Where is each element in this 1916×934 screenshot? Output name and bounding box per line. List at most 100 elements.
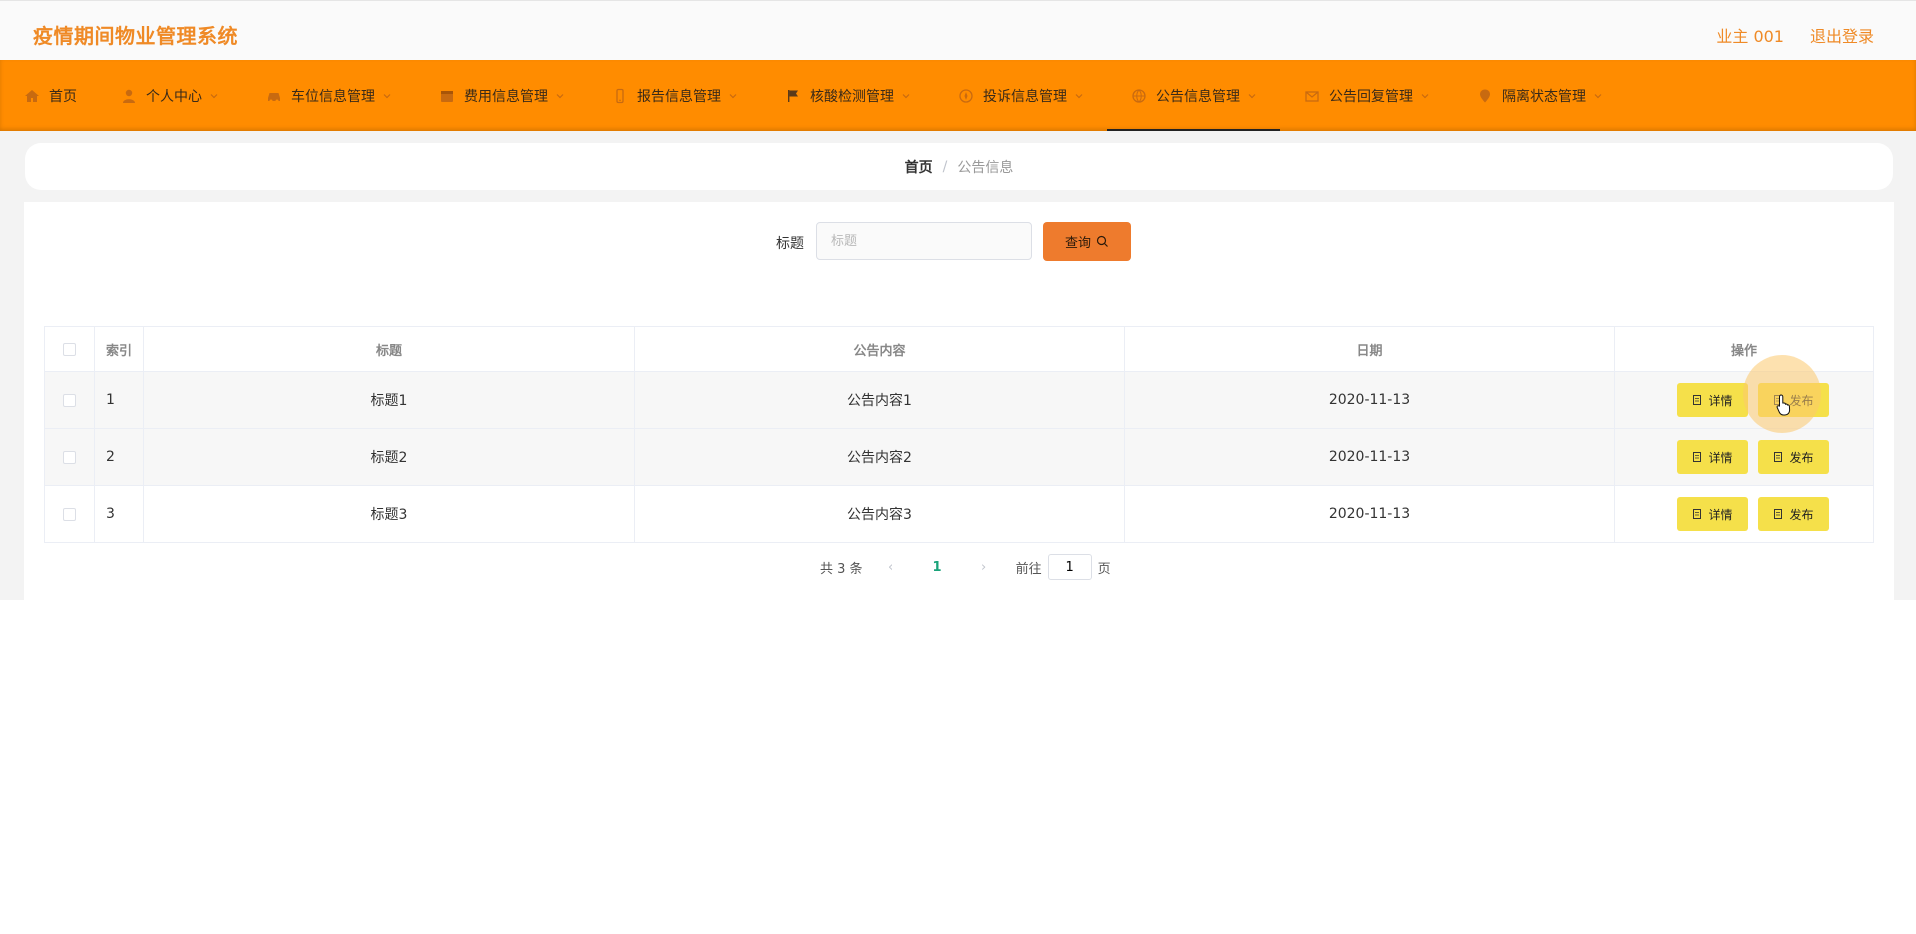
publish-button[interactable]: 发布 [1758, 383, 1829, 417]
row-check-cell [45, 429, 95, 485]
nav-label: 隔离状态管理 [1502, 88, 1586, 105]
row-index: 3 [95, 486, 144, 542]
pagination-total: 共 3 条 [820, 561, 863, 577]
chevron-down-icon [902, 92, 910, 100]
search-input[interactable] [816, 222, 1032, 260]
nav-label: 投诉信息管理 [983, 88, 1067, 105]
detail-button[interactable]: 详情 [1677, 497, 1748, 531]
flag-icon [785, 88, 801, 104]
nav-item-announcements[interactable]: 公告信息管理 [1107, 60, 1280, 131]
row-checkbox[interactable] [63, 450, 76, 464]
calendar-icon [439, 88, 455, 104]
nav-item-announcement-replies[interactable]: 公告回复管理 [1304, 60, 1429, 131]
row-checkbox[interactable] [63, 507, 76, 521]
detail-button[interactable]: 详情 [1677, 383, 1748, 417]
main-nav: 首页 个人中心 车位信息管理 费用信息管理 报告信息管理 核酸检测管理 投诉信息… [0, 60, 1916, 131]
breadcrumb-home[interactable]: 首页 [905, 157, 933, 177]
chevron-down-icon [383, 92, 391, 100]
publish-button-label: 发布 [1789, 450, 1814, 465]
top-header: 疫情期间物业管理系统 业主 001 退出登录 [0, 0, 1916, 60]
logout-link[interactable]: 退出登录 [1810, 23, 1874, 47]
row-title: 标题3 [144, 486, 635, 542]
publish-button[interactable]: 发布 [1758, 440, 1829, 474]
car-icon [266, 88, 282, 104]
user-name[interactable]: 业主 001 [1716, 23, 1784, 47]
nav-label: 公告回复管理 [1329, 88, 1413, 105]
nav-item-parking[interactable]: 车位信息管理 [266, 60, 391, 131]
document-icon [1692, 395, 1702, 405]
nav-item-complaints[interactable]: 投诉信息管理 [958, 60, 1083, 131]
column-header-content: 公告内容 [635, 327, 1125, 371]
phone-icon [612, 88, 628, 104]
search-label: 标题 [776, 236, 804, 252]
publish-button-label: 发布 [1789, 393, 1814, 408]
table-header: 索引 标题 公告内容 日期 操作 [45, 327, 1873, 372]
pagination-page-suffix: 页 [1097, 561, 1111, 577]
header-check-cell [45, 327, 95, 371]
detail-button[interactable]: 详情 [1677, 440, 1748, 474]
row-index: 1 [95, 372, 144, 428]
chevron-left-icon[interactable]: ‹ [881, 560, 901, 575]
nav-label: 报告信息管理 [637, 88, 721, 105]
nav-label: 公告信息管理 [1156, 88, 1240, 105]
document-icon [1773, 509, 1783, 519]
document-icon [1773, 395, 1783, 405]
row-content: 公告内容3 [635, 486, 1125, 542]
table-row: 2 标题2 公告内容2 2020-11-13 详情 发布 [45, 429, 1873, 486]
search-button[interactable]: 查询 [1043, 222, 1131, 261]
nav-label: 核酸检测管理 [810, 88, 894, 105]
column-header-index: 索引 [95, 327, 144, 371]
document-icon [1692, 452, 1702, 462]
home-icon [24, 88, 40, 104]
publish-button-label: 发布 [1789, 507, 1814, 522]
mail-icon [1304, 88, 1320, 104]
app-title: 疫情期间物业管理系统 [33, 24, 238, 48]
nav-item-nucleic-test[interactable]: 核酸检测管理 [785, 60, 910, 131]
chevron-down-icon [1421, 92, 1429, 100]
page-number[interactable]: 1 [933, 560, 942, 575]
page-jump-input[interactable] [1047, 554, 1092, 580]
breadcrumb-separator: / [942, 158, 948, 175]
row-actions-inner: 详情 发布 [1659, 440, 1829, 474]
chevron-down-icon [729, 92, 737, 100]
nav-item-fees[interactable]: 费用信息管理 [439, 60, 564, 131]
row-title: 标题1 [144, 372, 635, 428]
announcement-table: 索引 标题 公告内容 日期 操作 1 标题1 公告内容1 2020-11-13 … [44, 326, 1874, 543]
detail-button-label: 详情 [1708, 393, 1733, 408]
nav-label: 费用信息管理 [464, 88, 548, 105]
chevron-down-icon [1075, 92, 1083, 100]
nav-item-personal-center[interactable]: 个人中心 [121, 60, 218, 131]
row-index: 2 [95, 429, 144, 485]
pagination: 共 3 条 ‹ 1 › 前往 页 [820, 553, 1111, 581]
chevron-right-icon[interactable]: › [974, 560, 994, 575]
table-row: 1 标题1 公告内容1 2020-11-13 详情 发布 [45, 372, 1873, 429]
row-actions: 详情 发布 [1615, 486, 1873, 542]
row-actions-inner: 详情 发布 [1659, 383, 1829, 417]
column-header-date: 日期 [1125, 327, 1615, 371]
row-date: 2020-11-13 [1125, 372, 1615, 428]
row-checkbox[interactable] [63, 393, 76, 407]
document-icon [1773, 452, 1783, 462]
select-all-checkbox[interactable] [63, 342, 76, 356]
row-title: 标题2 [144, 429, 635, 485]
publish-button[interactable]: 发布 [1758, 497, 1829, 531]
column-header-title: 标题 [144, 327, 635, 371]
row-date: 2020-11-13 [1125, 486, 1615, 542]
nav-item-quarantine[interactable]: 隔离状态管理 [1477, 60, 1602, 131]
breadcrumb: 首页 / 公告信息 [25, 143, 1893, 190]
nav-label: 首页 [49, 88, 77, 105]
compass-icon [958, 88, 974, 104]
location-icon [1477, 88, 1493, 104]
nav-item-reports[interactable]: 报告信息管理 [612, 60, 737, 131]
nav-label: 车位信息管理 [291, 88, 375, 105]
nav-item-home[interactable]: 首页 [24, 60, 77, 131]
breadcrumb-current: 公告信息 [957, 159, 1014, 176]
search-icon [1096, 235, 1109, 248]
column-header-actions: 操作 [1730, 343, 1757, 359]
table-row: 3 标题3 公告内容3 2020-11-13 详情 发布 [45, 486, 1873, 542]
row-actions-inner: 详情 发布 [1659, 497, 1829, 531]
detail-button-label: 详情 [1708, 507, 1733, 522]
chevron-down-icon [1248, 92, 1256, 100]
row-date: 2020-11-13 [1125, 429, 1615, 485]
globe-icon [1131, 88, 1147, 104]
